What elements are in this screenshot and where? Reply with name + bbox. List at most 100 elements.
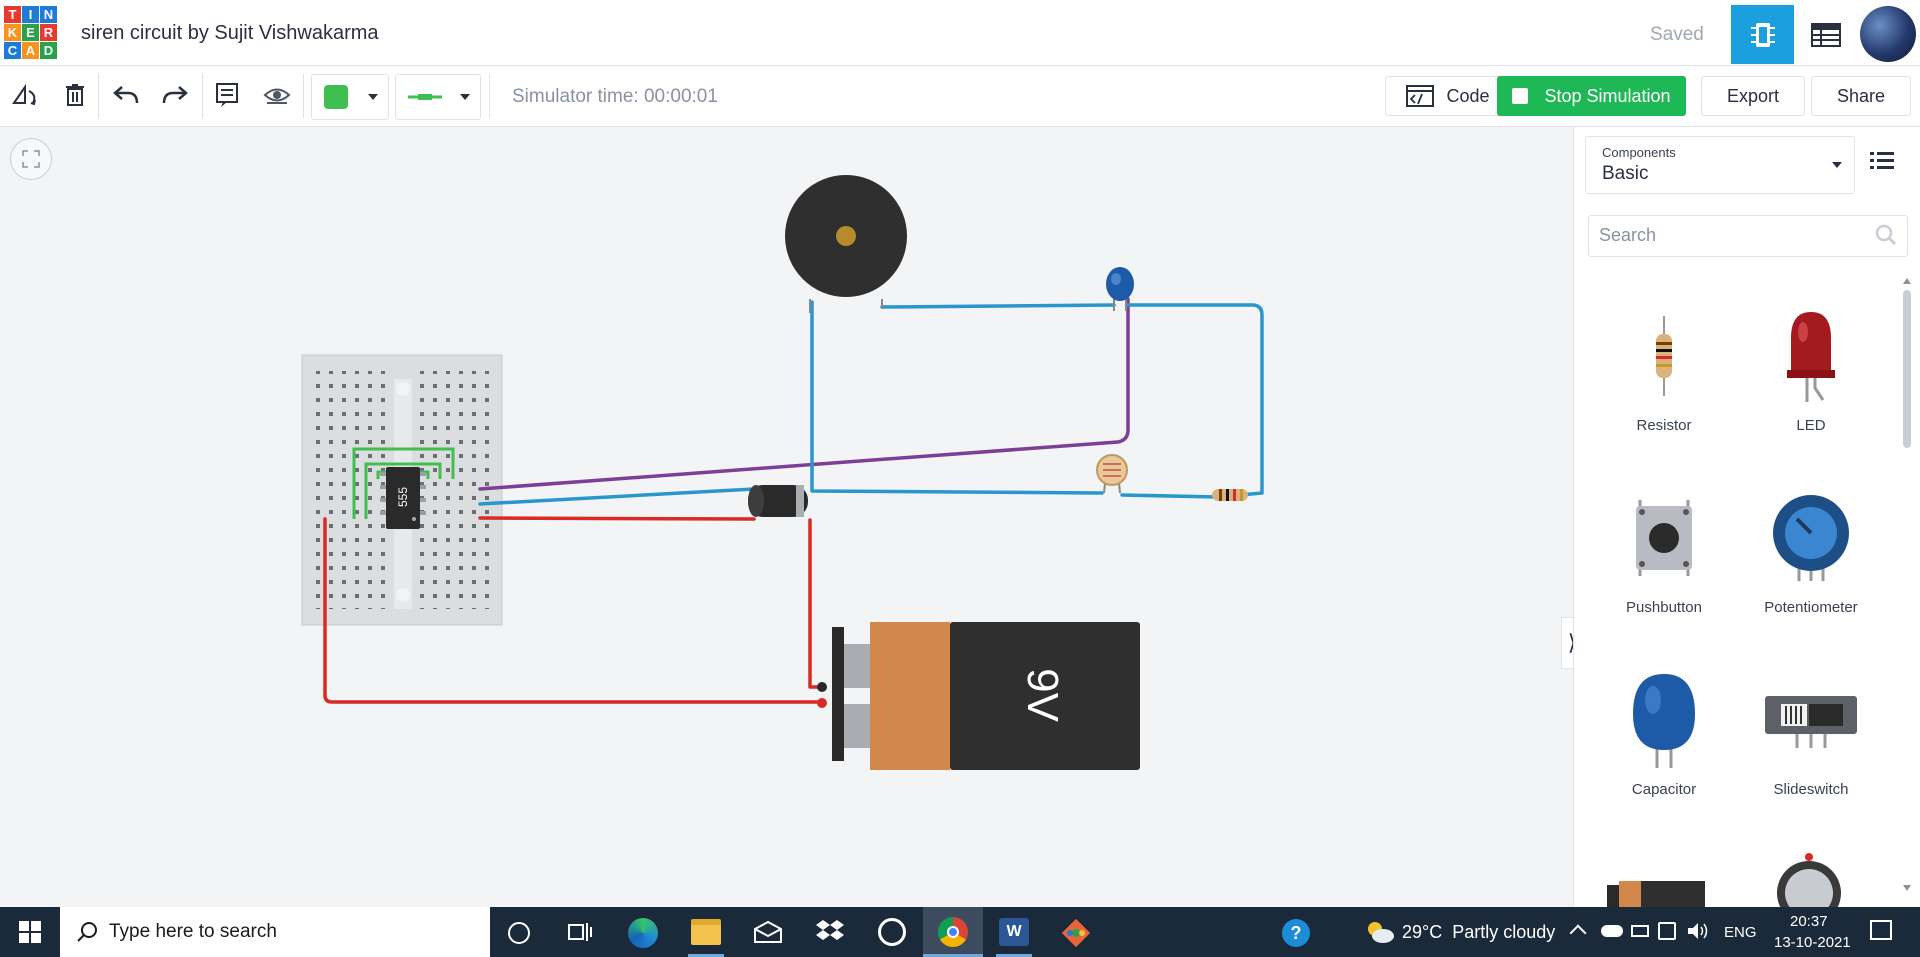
tinkercad-logo[interactable]: T I N K E R C A D: [4, 6, 57, 62]
battery-label: 9V: [1018, 668, 1067, 722]
component-search: [1588, 215, 1908, 257]
component-capacitor[interactable]: Capacitor: [1599, 665, 1729, 825]
component-coin-cell-partial[interactable]: [1774, 849, 1844, 907]
circuit-icon: [1750, 22, 1775, 47]
table-icon: [1810, 22, 1841, 47]
component-name: Slideswitch: [1773, 781, 1849, 798]
component-name: Potentiometer: [1764, 599, 1858, 616]
components-panel: Components Basic Resistor LED Pushbutton…: [1573, 127, 1920, 907]
language-indicator[interactable]: ENG: [1724, 924, 1757, 941]
logo-letter: N: [40, 6, 57, 23]
design-title[interactable]: siren circuit by Sujit Vishwakarma: [81, 22, 379, 45]
edge-icon[interactable]: [628, 918, 658, 948]
network-icon[interactable]: [1658, 922, 1676, 940]
led-icon: [1756, 301, 1866, 411]
undo-button[interactable]: [111, 80, 141, 110]
taskbar-search[interactable]: Type here to search: [60, 907, 490, 957]
component-battery-partial[interactable]: [1607, 875, 1707, 907]
redo-button[interactable]: [160, 80, 190, 110]
top-bar: T I N K E R C A D siren circuit by Sujit…: [0, 0, 1920, 66]
wire-type-dropdown[interactable]: [395, 74, 481, 120]
chevron-down-icon: [460, 94, 470, 100]
electrolytic-capacitor[interactable]: [748, 485, 808, 517]
share-button[interactable]: Share: [1811, 76, 1911, 116]
notes-icon: [216, 83, 238, 107]
share-label: Share: [1836, 85, 1886, 106]
search-icon: [77, 922, 97, 942]
logo-letter: K: [4, 24, 21, 41]
task-view-icon[interactable]: [568, 921, 592, 948]
rotate-button[interactable]: [10, 80, 40, 110]
scroll-up-icon: [1903, 278, 1911, 284]
component-name: Resistor: [1636, 417, 1692, 434]
chrome-icon[interactable]: [923, 907, 983, 957]
component-potentiometer[interactable]: Potentiometer: [1746, 483, 1876, 643]
color-swatch: [324, 85, 348, 109]
component-pushbutton[interactable]: Pushbutton: [1599, 483, 1729, 643]
save-status: Saved: [1650, 24, 1704, 45]
app-icon[interactable]: [878, 918, 906, 946]
user-avatar[interactable]: [1860, 6, 1916, 62]
wire-blue-main: [810, 300, 1104, 495]
clock-time[interactable]: 20:37: [1790, 913, 1828, 930]
component-list-button[interactable]: [1794, 5, 1857, 64]
wire-purple: [478, 297, 1130, 491]
search-input[interactable]: [1589, 216, 1869, 254]
piezo-buzzer[interactable]: [785, 175, 907, 313]
component-resistor[interactable]: Resistor: [1599, 301, 1729, 461]
search-icon[interactable]: [1875, 224, 1897, 246]
chevron-down-icon: [1832, 162, 1842, 168]
panel-scrollbar[interactable]: [1900, 278, 1914, 893]
wire-color-dropdown[interactable]: [311, 74, 389, 120]
word-icon[interactable]: W: [999, 918, 1029, 946]
list-view-button[interactable]: [1868, 149, 1898, 179]
weather-icon: [1365, 920, 1395, 949]
pushbutton-icon: [1609, 483, 1719, 593]
toolbar-divider: [489, 74, 490, 118]
visibility-button[interactable]: [262, 80, 292, 110]
resistor-component[interactable]: [1212, 489, 1248, 501]
ic-555[interactable]: 555: [380, 467, 426, 529]
stop-simulation-button[interactable]: Stop Simulation: [1497, 76, 1686, 116]
circuit-view-button[interactable]: [1731, 5, 1794, 64]
components-value: Basic: [1602, 163, 1649, 184]
cortana-icon[interactable]: [508, 922, 530, 944]
windows-taskbar: Type here to search W ? 29°C Partly clou…: [0, 907, 1920, 957]
clock-date[interactable]: 13-10-2021: [1774, 934, 1851, 951]
delete-button[interactable]: [60, 80, 90, 110]
scrollbar-thumb[interactable]: [1903, 290, 1911, 448]
notes-button[interactable]: [212, 80, 242, 110]
battery-9v[interactable]: 9V: [817, 622, 1140, 770]
editor-toolbar: Simulator time: 00:00:01 Code Stop Simul…: [0, 66, 1920, 127]
wire-blue-top: [880, 303, 1264, 497]
onedrive-icon[interactable]: [1601, 925, 1623, 937]
mail-icon[interactable]: [753, 920, 783, 948]
help-icon[interactable]: ?: [1282, 919, 1310, 947]
component-slideswitch[interactable]: Slideswitch: [1746, 665, 1876, 825]
start-button[interactable]: [0, 907, 60, 957]
component-led[interactable]: LED: [1746, 301, 1876, 461]
components-dropdown[interactable]: Components Basic: [1585, 136, 1855, 194]
notifications-icon[interactable]: [1870, 920, 1892, 940]
toolbar-divider: [202, 74, 203, 118]
weather-text[interactable]: 29°C Partly cloudy: [1402, 922, 1555, 943]
tray-chevron-up-icon[interactable]: [1569, 924, 1587, 942]
export-button[interactable]: Export: [1701, 76, 1805, 116]
potentiometer-icon: [1756, 483, 1866, 593]
logo-letter: D: [40, 42, 57, 59]
dropbox-icon[interactable]: [815, 919, 845, 950]
volume-icon[interactable]: [1686, 921, 1710, 946]
code-button[interactable]: Code: [1385, 76, 1511, 116]
windows-icon: [19, 921, 41, 943]
photoresistor[interactable]: [1096, 454, 1128, 494]
undo-icon: [113, 86, 139, 104]
wire-type-icon: [408, 94, 442, 100]
circuit-drawing: 555 9V: [301, 175, 1264, 770]
file-explorer-icon[interactable]: [691, 919, 721, 945]
git-icon[interactable]: [1061, 918, 1091, 953]
capacitor-icon: [1609, 665, 1719, 775]
code-icon: [1406, 85, 1435, 107]
battery-tray-icon[interactable]: [1631, 925, 1649, 937]
redo-icon: [162, 86, 188, 104]
circuit-canvas[interactable]: 555 9V ⟩: [0, 127, 1582, 907]
